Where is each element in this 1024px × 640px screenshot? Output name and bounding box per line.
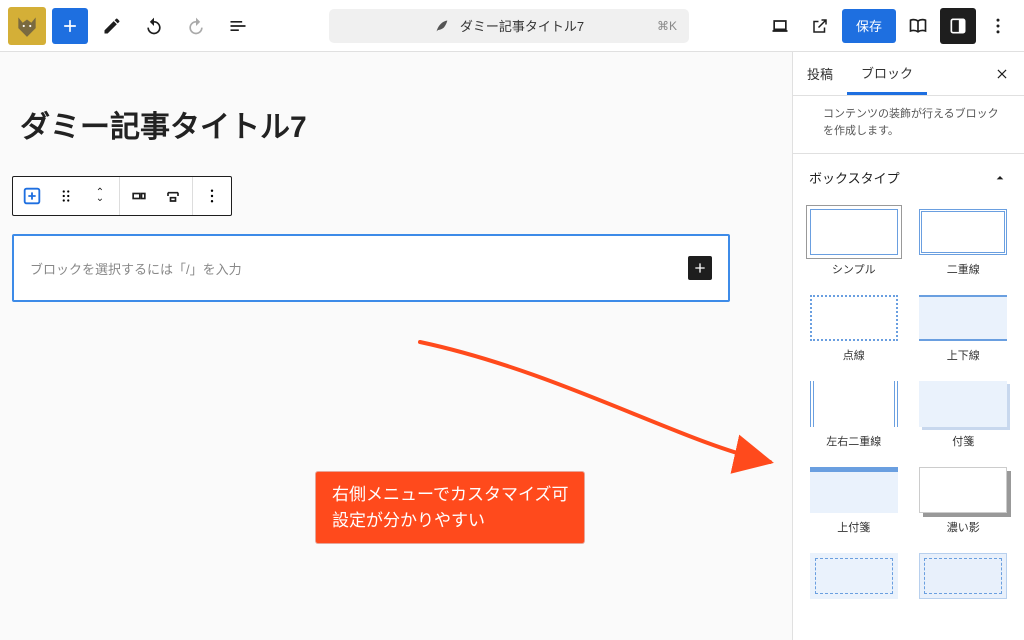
- width-button[interactable]: [156, 179, 190, 213]
- box-type-option[interactable]: シンプル: [809, 209, 899, 277]
- view-button[interactable]: [900, 8, 936, 44]
- align-button[interactable]: [122, 179, 156, 213]
- inline-add-button[interactable]: [688, 256, 712, 280]
- box-type-option[interactable]: 上下線: [919, 295, 1009, 363]
- tab-block[interactable]: ブロック: [847, 52, 927, 95]
- sidebar-icon: [948, 16, 968, 36]
- section-title: ボックスタイプ: [809, 168, 900, 187]
- block-description: コンテンツの装飾が行えるブロックを作成します。: [793, 96, 1024, 153]
- undo-icon: [144, 16, 164, 36]
- box-type-section: ボックスタイプ シンプル 二重線点線 上下線左右二重線 付箋上付箋 濃い影: [793, 153, 1024, 625]
- sidebar-close-button[interactable]: [988, 60, 1016, 88]
- plus-icon: [60, 16, 80, 36]
- close-icon: [995, 67, 1009, 81]
- shortcut-hint: ⌘K: [657, 19, 677, 33]
- annotation-callout: 右側メニューでカスタマイズ可 設定が分かりやすい: [316, 472, 584, 543]
- topbar-right: 保存: [762, 8, 1016, 44]
- box-type-label: 二重線: [947, 261, 980, 277]
- fox-icon: [14, 13, 40, 39]
- annotation-line2: 設定が分かりやすい: [332, 508, 568, 534]
- external-link-button[interactable]: [802, 8, 838, 44]
- save-button[interactable]: 保存: [842, 9, 896, 43]
- list-view-button[interactable]: [220, 8, 256, 44]
- box-preview: [810, 467, 898, 513]
- document-title-pill[interactable]: ダミー記事タイトル7 ⌘K: [329, 9, 689, 43]
- block-more-button[interactable]: [195, 179, 229, 213]
- box-preview: [810, 381, 898, 427]
- chevron-up-icon: [992, 170, 1008, 186]
- box-preview: [810, 209, 898, 255]
- plus-icon: [692, 260, 708, 276]
- settings-sidebar: 投稿 ブロック コンテンツの装飾が行えるブロックを作成します。 ボックスタイプ …: [792, 52, 1024, 640]
- more-menu-button[interactable]: [980, 8, 1016, 44]
- block-type-button[interactable]: [15, 179, 49, 213]
- topbar: ダミー記事タイトル7 ⌘K 保存: [0, 0, 1024, 52]
- editor-canvas[interactable]: ダミー記事タイトル7 ⌃⌄: [0, 52, 792, 640]
- box-preview: [919, 553, 1007, 599]
- block-toolbar: ⌃⌄: [12, 176, 232, 216]
- box-type-option[interactable]: [919, 553, 1009, 605]
- box-preview: [810, 553, 898, 599]
- block-placeholder: ブロックを選択するには「/」を入力: [30, 259, 242, 278]
- feather-icon: [434, 18, 450, 34]
- pencil-icon: [102, 16, 122, 36]
- undo-button[interactable]: [136, 8, 172, 44]
- box-preview: [919, 381, 1007, 427]
- move-buttons[interactable]: ⌃⌄: [83, 179, 117, 213]
- redo-icon: [186, 16, 206, 36]
- kebab-icon: [988, 16, 1008, 36]
- drag-icon: [57, 187, 75, 205]
- chevron-down-icon: ⌄: [96, 196, 104, 202]
- add-block-button[interactable]: [52, 8, 88, 44]
- box-preview: [919, 209, 1007, 255]
- annotation-line1: 右側メニューでカスタマイズ可: [332, 482, 568, 508]
- box-type-label: 上下線: [947, 347, 980, 363]
- box-type-label: 付箋: [952, 433, 974, 449]
- book-icon: [908, 16, 928, 36]
- redo-button[interactable]: [178, 8, 214, 44]
- tab-post[interactable]: 投稿: [793, 52, 847, 95]
- align-icon: [129, 186, 149, 206]
- preview-viewport-button[interactable]: [762, 8, 798, 44]
- box-type-option[interactable]: 濃い影: [919, 467, 1009, 535]
- box-block-icon: [21, 185, 43, 207]
- box-type-option[interactable]: 二重線: [919, 209, 1009, 277]
- external-icon: [811, 17, 829, 35]
- width-icon: [163, 186, 183, 206]
- outline-icon: [228, 16, 248, 36]
- topbar-center: ダミー記事タイトル7 ⌘K: [262, 9, 756, 43]
- box-type-option[interactable]: [809, 553, 899, 605]
- box-type-option[interactable]: 左右二重線: [809, 381, 899, 449]
- box-type-grid: シンプル 二重線点線 上下線左右二重線 付箋上付箋 濃い影: [793, 201, 1024, 625]
- sidebar-tabs: 投稿 ブロック: [793, 52, 1024, 96]
- box-type-label: 点線: [843, 347, 865, 363]
- box-type-option[interactable]: 点線: [809, 295, 899, 363]
- site-logo[interactable]: [8, 7, 46, 45]
- box-preview: [919, 467, 1007, 513]
- selected-block[interactable]: ブロックを選択するには「/」を入力: [12, 234, 730, 302]
- box-preview: [810, 295, 898, 341]
- laptop-icon: [770, 16, 790, 36]
- document-title: ダミー記事タイトル7: [460, 16, 584, 35]
- drag-handle[interactable]: [49, 179, 83, 213]
- box-type-label: 濃い影: [947, 519, 980, 535]
- settings-sidebar-toggle[interactable]: [940, 8, 976, 44]
- box-type-option[interactable]: 付箋: [919, 381, 1009, 449]
- box-type-label: 上付箋: [837, 519, 870, 535]
- box-type-label: シンプル: [832, 261, 876, 277]
- edit-tool-button[interactable]: [94, 8, 130, 44]
- post-title[interactable]: ダミー記事タイトル7: [20, 102, 780, 146]
- box-type-option[interactable]: 上付箋: [809, 467, 899, 535]
- kebab-icon: [203, 187, 221, 205]
- box-type-label: 左右二重線: [826, 433, 881, 449]
- box-type-section-toggle[interactable]: ボックスタイプ: [793, 154, 1024, 201]
- box-preview: [919, 295, 1007, 341]
